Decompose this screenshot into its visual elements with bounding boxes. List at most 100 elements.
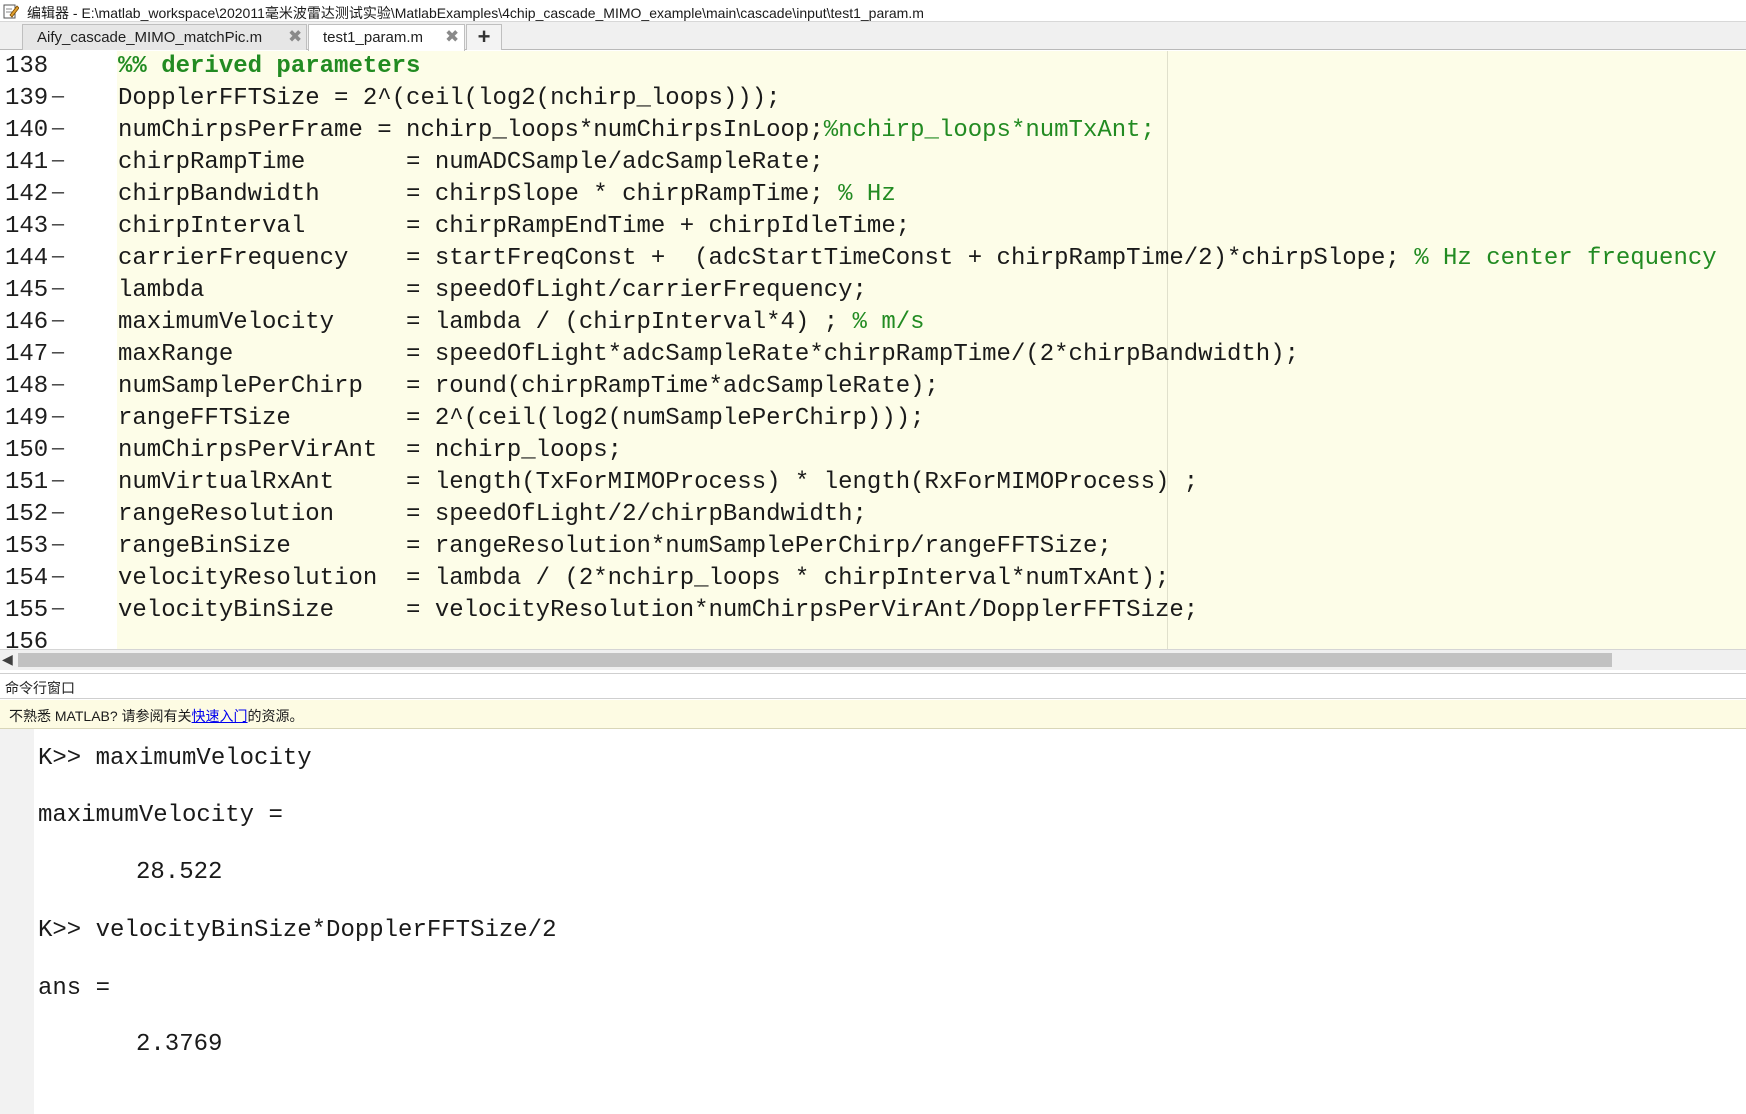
breakpoint-marker[interactable]: — [52,530,64,562]
breakpoint-marker[interactable]: — [52,274,64,306]
breakpoint-marker[interactable]: — [52,146,64,178]
line-number: 152 [5,501,49,528]
breakpoint-marker[interactable]: — [52,242,64,274]
breakpoint-marker[interactable]: — [52,402,64,434]
code-text[interactable]: velocityBinSize = velocityResolution*num… [118,595,1198,627]
line-number: 144 [5,245,49,272]
code-statement: numChirpsPerFrame = nchirp_loops*numChir… [118,117,824,144]
code-text[interactable]: rangeFFTSize = 2^(ceil(log2(numSamplePer… [118,403,925,435]
code-line[interactable]: 153— rangeBinSize = rangeResolution*numSa… [0,531,1746,563]
code-line[interactable]: 156 [0,627,1746,649]
command-prompt-line: K>> maximumVelocity [38,745,312,772]
output-variable-line: ans = [38,975,111,1002]
code-text[interactable]: rangeBinSize = rangeResolution*numSample… [118,531,1112,563]
scroll-left-arrow-icon[interactable]: ◀ [2,651,13,668]
code-text[interactable]: numChirpsPerFrame = nchirp_loops*numChir… [118,115,1155,147]
command-window-output[interactable]: K>> maximumVelocity maximumVelocity = 28… [0,729,1746,1114]
tab-aify-cascade-mimo-matchpic[interactable]: Aify_cascade_MIMO_matchPic.m ✖ [22,24,307,50]
code-statement: maxRange = speedOfLight*adcSampleRate*ch… [118,341,1299,368]
command-window-left-strip [0,729,34,1114]
code-comment: % Hz center frequency [1414,245,1717,272]
line-number: 151 [5,469,49,496]
code-text[interactable]: %% derived parameters [118,51,420,83]
code-text[interactable]: velocityResolution = lambda / (2*nchirp_… [118,563,1169,595]
code-text[interactable]: DopplerFFTSize = 2^(ceil(log2(nchirp_loo… [118,83,781,115]
code-statement: rangeBinSize = rangeResolution*numSample… [118,533,1112,560]
code-line[interactable]: 149— rangeFFTSize = 2^(ceil(log2(numSampl… [0,403,1746,435]
getting-started-link[interactable]: 快速入门 [192,708,248,724]
code-line[interactable]: 154— velocityResolution = lambda / (2*nch… [0,563,1746,595]
code-line[interactable]: 152— rangeResolution = speedOfLight/2/chi… [0,499,1746,531]
code-text[interactable]: rangeResolution = speedOfLight/2/chirpBa… [118,499,867,531]
code-line[interactable]: 138 %% derived parameters [0,51,1746,83]
code-text[interactable]: maxRange = speedOfLight*adcSampleRate*ch… [118,339,1299,371]
breakpoint-marker[interactable]: — [52,434,64,466]
code-text[interactable]: chirpBandwidth = chirpSlope * chirpRampT… [118,179,896,211]
code-text[interactable]: numSamplePerChirp = round(chirpRampTime*… [118,371,939,403]
code-line[interactable]: 150— numChirpsPerVirAnt = nchirp_loops; [0,435,1746,467]
output-variable-line: maximumVelocity = [38,802,283,829]
code-line[interactable]: 144— carrierFrequency = startFreqConst + … [0,243,1746,275]
tab-test1-param[interactable]: test1_param.m ✖ [308,24,465,51]
breakpoint-marker[interactable]: — [52,114,64,146]
breakpoint-marker[interactable]: — [52,370,64,402]
code-line[interactable]: 146— maximumVelocity = lambda / (chirpInt… [0,307,1746,339]
code-line[interactable]: 148— numSamplePerChirp = round(chirpRampT… [0,371,1746,403]
code-text[interactable]: carrierFrequency = startFreqConst + (adc… [118,243,1717,275]
breakpoint-marker[interactable]: — [52,466,64,498]
code-comment: %nchirp_loops*numTxAnt; [823,117,1155,144]
code-line[interactable]: 141— chirpRampTime = numADCSample/adcSamp… [0,147,1746,179]
notice-text: 不熟悉 MATLAB? 请参阅有关快速入门的资源。 [9,706,304,726]
code-text[interactable]: numChirpsPerVirAnt = nchirp_loops; [118,435,622,467]
breakpoint-marker[interactable]: — [52,178,64,210]
line-number: 141 [5,149,49,176]
line-number: 145 [5,277,49,304]
code-statement: numVirtualRxAnt = length(TxForMIMOProces… [118,469,1199,496]
close-tab-icon[interactable]: ✖ [288,28,302,46]
code-statement: chirpInterval = chirpRampEndTime + chirp… [118,213,911,240]
breakpoint-marker[interactable]: — [52,306,64,338]
notice-text-after: 的资源。 [247,708,304,724]
code-lines[interactable]: 138%% derived parameters 139— DopplerFFTSi… [0,51,1746,649]
code-line[interactable]: 143— chirpInterval = chirpRampEndTime + c… [0,211,1746,243]
breakpoint-marker[interactable]: — [52,594,64,626]
code-line[interactable]: 140— numChirpsPerFrame = nchirp_loops*num… [0,115,1746,147]
code-text[interactable]: numVirtualRxAnt = length(TxForMIMOProces… [118,467,1198,499]
code-line[interactable]: 145— lambda = speedOfLight/carrierFrequen… [0,275,1746,307]
file-tab-bar: Aify_cascade_MIMO_matchPic.m ✖ test1_par… [0,22,1746,51]
code-text[interactable]: lambda = speedOfLight/carrierFrequency; [118,275,867,307]
editor-horizontal-scrollbar[interactable]: ◀ [0,649,1746,670]
code-line[interactable]: 147— maxRange = speedOfLight*adcSampleRat… [0,339,1746,371]
breakpoint-marker[interactable]: — [52,82,64,114]
line-number: 153 [5,533,49,560]
code-text[interactable]: chirpInterval = chirpRampEndTime + chirp… [118,211,910,243]
code-statement: lambda = speedOfLight/carrierFrequency; [118,277,867,304]
breakpoint-marker[interactable]: — [52,338,64,370]
code-editor[interactable]: 138%% derived parameters 139— DopplerFFTSi… [0,51,1746,649]
scrollbar-thumb[interactable] [18,653,1612,667]
code-statement: rangeFFTSize = 2^(ceil(log2(numSamplePer… [118,405,925,432]
code-statement: chirpBandwidth = chirpSlope * chirpRampT… [118,181,839,208]
code-text[interactable]: maximumVelocity = lambda / (chirpInterva… [118,307,925,339]
close-tab-icon[interactable]: ✖ [445,28,459,46]
add-tab-button[interactable]: + [466,24,502,50]
code-line[interactable]: 155— velocityBinSize = velocityResolution… [0,595,1746,627]
code-statement: numChirpsPerVirAnt = nchirp_loops; [118,437,623,464]
code-statement: maximumVelocity = lambda / (chirpInterva… [118,309,853,336]
command-window-header: 命令行窗口 [0,673,1746,699]
code-comment: % Hz [838,181,896,208]
code-statement: velocityBinSize = velocityResolution*num… [118,597,1199,624]
line-number: 140 [5,117,49,144]
code-line[interactable]: 151— numVirtualRxAnt = length(TxForMIMOPr… [0,467,1746,499]
breakpoint-marker[interactable]: — [52,498,64,530]
breakpoint-marker[interactable]: — [52,210,64,242]
code-line[interactable]: 142— chirpBandwidth = chirpSlope * chirpR… [0,179,1746,211]
window-title: 编辑器 - E:\matlab_workspace\202011毫米波雷达测试实… [27,5,924,21]
line-number: 156 [5,629,49,649]
breakpoint-marker[interactable]: — [52,562,64,594]
code-line[interactable]: 139— DopplerFFTSize = 2^(ceil(log2(nchirp… [0,83,1746,115]
code-statement: chirpRampTime = numADCSample/adcSampleRa… [118,149,824,176]
code-statement: numSamplePerChirp = round(chirpRampTime*… [118,373,939,400]
command-window-title: 命令行窗口 [5,680,75,696]
code-text[interactable]: chirpRampTime = numADCSample/adcSampleRa… [118,147,824,179]
